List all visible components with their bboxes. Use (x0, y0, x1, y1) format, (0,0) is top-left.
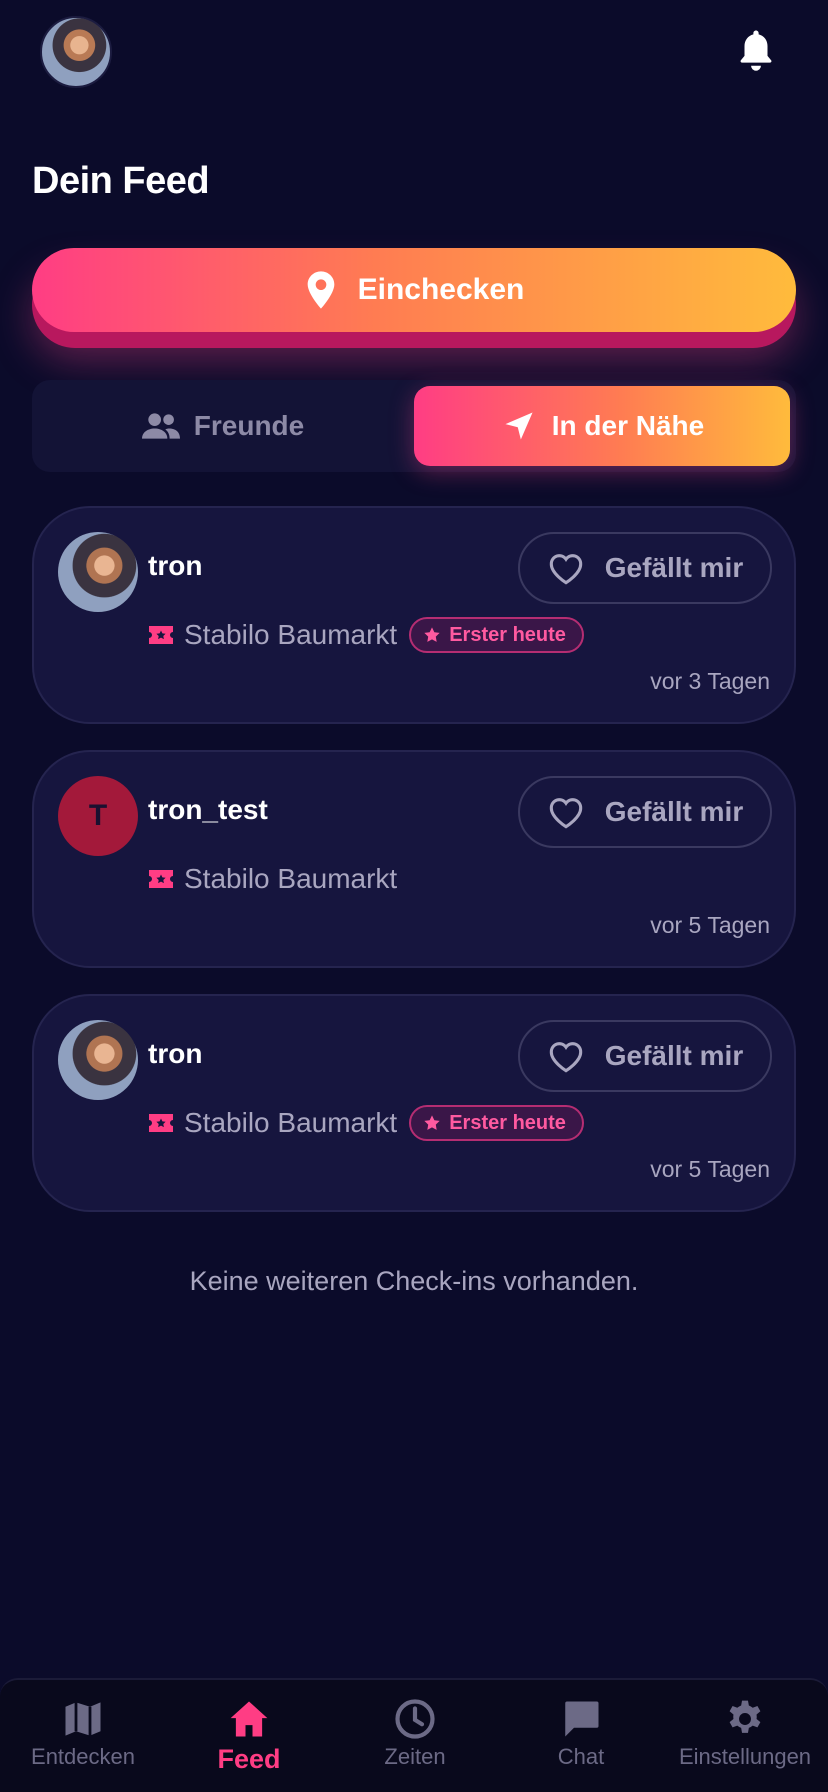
user-avatar[interactable] (58, 1020, 138, 1100)
checkin-button-wrap: Einchecken (32, 248, 796, 350)
feed-card: tron Gefällt mir Stabilo Baumarkt Erster… (32, 506, 796, 724)
feed-card: T tron_test Gefällt mir Stabilo Baumarkt… (32, 750, 796, 968)
location-pin-icon (307, 271, 334, 309)
first-today-badge: Erster heute (409, 1105, 584, 1141)
card-timestamp: vor 5 Tagen (650, 1156, 770, 1182)
tab-friends[interactable]: Freunde (38, 386, 408, 466)
feed-filter-segment: Freunde In der Nähe (32, 380, 796, 472)
profile-avatar[interactable] (40, 16, 112, 88)
home-icon (230, 1701, 268, 1737)
checkin-label: Einchecken (357, 273, 525, 306)
user-avatar[interactable]: T (58, 776, 138, 856)
place-row: Stabilo Baumarkt (148, 860, 397, 898)
card-timestamp: vor 5 Tagen (650, 912, 770, 938)
card-username[interactable]: tron (148, 1038, 202, 1070)
badge-label: Erster heute (449, 1111, 566, 1134)
like-button[interactable]: Gefällt mir (518, 776, 772, 848)
nav-item-zeiten[interactable]: Zeiten (332, 1698, 498, 1788)
star-icon (424, 1115, 440, 1130)
top-bar (0, 0, 828, 110)
like-label: Gefällt mir (604, 552, 744, 583)
place-name[interactable]: Stabilo Baumarkt (184, 863, 397, 895)
clock-icon (395, 1699, 435, 1739)
heart-icon (549, 798, 582, 829)
feed-card: tron Gefällt mir Stabilo Baumarkt Erster… (32, 994, 796, 1212)
nav-item-feed[interactable]: Feed (166, 1698, 332, 1788)
like-button[interactable]: Gefällt mir (518, 1020, 772, 1092)
nav-item-chat[interactable]: Chat (498, 1698, 664, 1788)
nav-label: Chat (557, 1744, 605, 1769)
card-timestamp: vor 3 Tagen (650, 668, 770, 694)
card-username[interactable]: tron_test (148, 794, 268, 826)
page-title: Dein Feed (32, 160, 210, 202)
nav-label: Entdecken (31, 1744, 135, 1769)
like-button[interactable]: Gefällt mir (518, 532, 772, 604)
bottom-navigation: Entdecken Feed Zeiten Chat Einstellungen (0, 1678, 828, 1792)
place-row: Stabilo Baumarkt Erster heute (148, 1104, 584, 1142)
people-icon (141, 413, 180, 439)
feed-screen: Dein Feed Einchecken Freunde In der Nähe… (0, 0, 828, 1792)
star-icon (424, 627, 440, 642)
place-name[interactable]: Stabilo Baumarkt (184, 619, 397, 651)
gear-icon (729, 1700, 761, 1733)
nav-label: Einstellungen (678, 1744, 812, 1769)
heart-icon (549, 1042, 582, 1073)
place-row: Stabilo Baumarkt Erster heute (148, 616, 584, 654)
ticket-icon (149, 626, 173, 644)
card-username[interactable]: tron (148, 550, 202, 582)
nav-label: Zeiten (384, 1744, 446, 1769)
tab-nearby[interactable]: In der Nähe (414, 386, 790, 466)
tab-friends-label: Freunde (193, 410, 305, 441)
like-label: Gefällt mir (604, 1040, 744, 1071)
tab-nearby-label: In der Nähe (551, 410, 705, 441)
heart-icon (549, 554, 582, 585)
nav-item-entdecken[interactable]: Entdecken (0, 1698, 166, 1788)
end-of-feed-note: Keine weiteren Check-ins vorhanden. (189, 1266, 639, 1296)
ticket-icon (149, 870, 173, 888)
first-today-badge: Erster heute (409, 617, 584, 653)
ticket-icon (149, 1114, 173, 1132)
nav-label: Feed (217, 1744, 281, 1774)
bell-icon[interactable] (736, 28, 776, 74)
like-label: Gefällt mir (604, 796, 744, 827)
user-avatar[interactable] (58, 532, 138, 612)
chat-icon (565, 1701, 599, 1737)
badge-label: Erster heute (449, 623, 566, 646)
map-icon (65, 1702, 101, 1736)
checkin-button[interactable]: Einchecken (32, 248, 796, 332)
nav-item-einstellungen[interactable]: Einstellungen (662, 1698, 828, 1788)
navigation-arrow-icon (505, 412, 533, 440)
place-name[interactable]: Stabilo Baumarkt (184, 1107, 397, 1139)
